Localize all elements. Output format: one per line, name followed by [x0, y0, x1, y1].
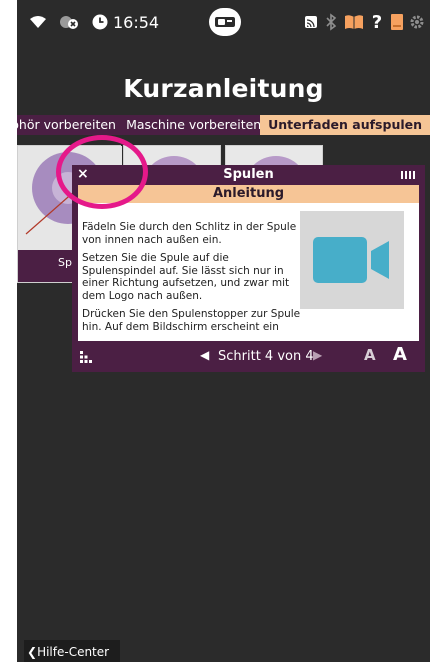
- instruction-paragraph: Fädeln Sie durch den Schlitz in der Spul…: [82, 221, 297, 246]
- previous-step-button[interactable]: ◀: [200, 348, 209, 362]
- decrease-font-button[interactable]: A: [364, 346, 376, 364]
- battery-saver-icon: [57, 11, 83, 33]
- next-step-button[interactable]: ▶: [313, 348, 322, 362]
- instruction-paragraph: Setzen Sie die Spule auf die Spulenspind…: [82, 252, 290, 302]
- help-icon[interactable]: ?: [369, 11, 385, 33]
- book-icon[interactable]: [343, 11, 365, 33]
- step-indicator: Schritt 4 von 4: [218, 349, 314, 364]
- sewing-machine-icon[interactable]: [209, 8, 241, 36]
- chevron-left-icon: ❮: [27, 645, 38, 659]
- instruction-paragraph: Drücken Sie den Spulenstopper zur Spule …: [82, 308, 301, 333]
- instruction-text: Fädeln Sie durch den Schlitz in der Spul…: [82, 221, 304, 339]
- video-camera-icon: [313, 237, 389, 283]
- status-time: 16:54: [113, 12, 160, 32]
- tab-bar: bhör vorbereiten Maschine vorbereiten Un…: [17, 115, 430, 135]
- status-bar: 16:54 ?: [17, 0, 430, 44]
- wifi-icon: [27, 11, 49, 33]
- cast-icon[interactable]: [303, 11, 319, 33]
- highlight-circle: [56, 135, 148, 209]
- grid-menu-icon[interactable]: [80, 351, 92, 367]
- device-screen: 16:54 ? Kurzanleitung bhör vorbereiten M…: [17, 0, 430, 662]
- popup-footer: ◀ Schritt 4 von 4 ▶ A A: [72, 341, 425, 372]
- help-center-label: Hilfe-Center: [37, 645, 110, 659]
- bluetooth-icon[interactable]: [324, 11, 338, 33]
- tab-maschine-vorbereiten[interactable]: Maschine vorbereiten: [120, 115, 261, 135]
- bookmark-icon[interactable]: [390, 11, 404, 33]
- settings-icon[interactable]: [408, 11, 426, 33]
- tab-unterfaden-aufspulen[interactable]: Unterfaden aufspulen: [260, 115, 430, 135]
- increase-font-button[interactable]: A: [393, 344, 407, 365]
- popup-body: Fädeln Sie durch den Schlitz in der Spul…: [78, 203, 419, 341]
- page-title: Kurzanleitung: [123, 74, 324, 103]
- clock-icon: [90, 11, 110, 33]
- menu-bars-icon[interactable]: [401, 171, 415, 179]
- video-thumbnail[interactable]: [300, 211, 404, 309]
- tab-zubehoer-vorbereiten[interactable]: bhör vorbereiten: [17, 115, 120, 135]
- help-center-button[interactable]: ❮Hilfe-Center: [24, 640, 120, 662]
